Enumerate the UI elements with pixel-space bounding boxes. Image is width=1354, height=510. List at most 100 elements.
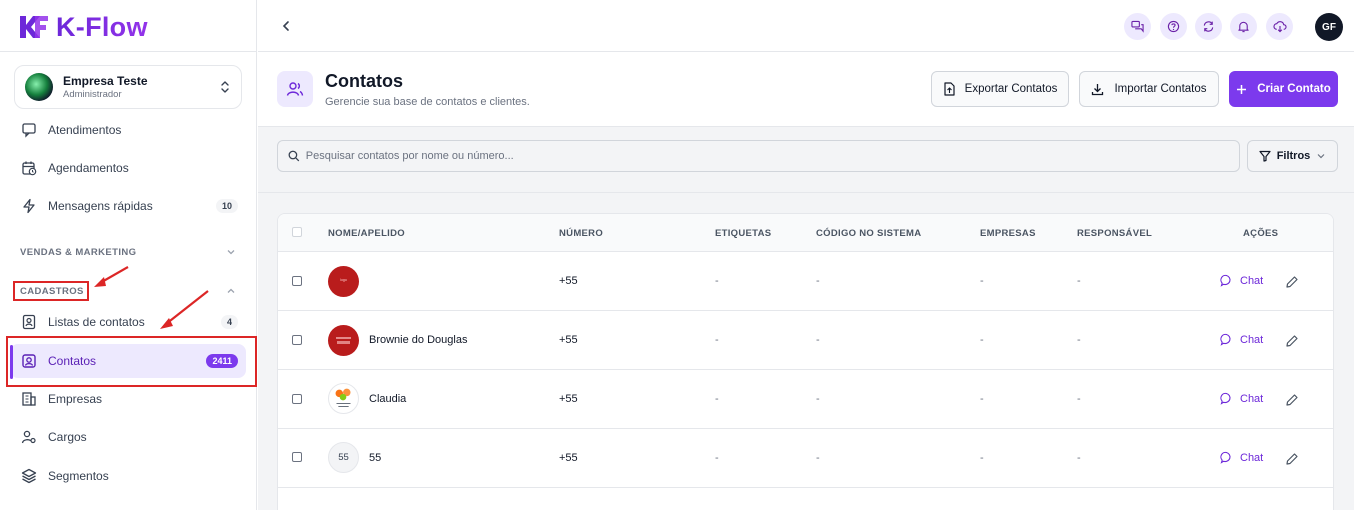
search-box[interactable] [277, 140, 1240, 172]
page-header: Contatos Gerencie sua base de contatos e… [258, 53, 1354, 127]
table-row[interactable]: logo +55 - - - - Chat [278, 252, 1333, 311]
column-header-owner[interactable]: RESPONSÁVEL [1077, 228, 1152, 239]
filters-label: Filtros [1276, 150, 1311, 162]
column-header-name[interactable]: NOME/APELIDO [328, 228, 405, 239]
back-button[interactable] [276, 16, 296, 36]
search-input[interactable] [305, 150, 1239, 162]
user-avatar[interactable]: GF [1315, 13, 1343, 41]
contact-owner: - [1077, 452, 1081, 464]
create-label: Criar Contato [1257, 83, 1331, 95]
main-content: GF Contatos Gerencie sua base de contato… [258, 0, 1354, 510]
row-checkbox[interactable] [292, 394, 302, 404]
sidebar-item-atendimentos[interactable]: Atendimentos [10, 113, 246, 147]
row-checkbox[interactable] [292, 335, 302, 345]
help-button[interactable] [1160, 13, 1187, 40]
edit-icon[interactable] [1285, 275, 1299, 289]
contact-avatar [328, 325, 359, 356]
sidebar-item-mensagens-rapidas[interactable]: Mensagens rápidas 10 [10, 189, 246, 223]
logo-divider [0, 51, 257, 52]
messages-button[interactable] [1124, 13, 1151, 40]
export-label: Exportar Contatos [964, 83, 1058, 95]
contact-system-code: - [816, 275, 820, 287]
chevron-down-icon [1317, 154, 1325, 159]
row-checkbox[interactable] [292, 276, 302, 286]
table-row[interactable]: 55 55 +55 - - - - Chat [278, 429, 1333, 488]
contact-system-code: - [816, 334, 820, 346]
refresh-button[interactable] [1195, 13, 1222, 40]
column-header-system-code[interactable]: CÓDIGO NO SISTEMA [816, 228, 921, 239]
section-title-vendas-marketing[interactable]: VENDAS & MARKETING [20, 247, 136, 258]
select-all-checkbox[interactable] [292, 227, 302, 237]
create-contact-button[interactable]: Criar Contato [1229, 71, 1338, 107]
contact-number: +55 [559, 334, 578, 346]
sidebar-item-label: Mensagens rápidas [48, 199, 153, 213]
contact-name: 55 [369, 452, 382, 464]
chevron-up-down-icon [221, 81, 229, 93]
contact-companies: - [980, 452, 984, 464]
contact-tags: - [715, 393, 719, 405]
chevron-up-icon[interactable] [225, 285, 237, 297]
sidebar-item-cargos[interactable]: Cargos [10, 420, 246, 454]
table-row[interactable]: Brownie do Douglas +55 - - - - Chat [278, 311, 1333, 370]
contact-owner: - [1077, 275, 1081, 287]
sidebar-item-agendamentos[interactable]: Agendamentos [10, 151, 246, 185]
table-area: NOME/APELIDO NÚMERO ETIQUETAS CÓDIGO NO … [258, 193, 1354, 510]
contact-companies: - [980, 275, 984, 287]
edit-icon[interactable] [1285, 452, 1299, 466]
export-contacts-button[interactable]: Exportar Contatos [931, 71, 1069, 107]
company-avatar [25, 73, 53, 101]
logo-text: K-Flow [56, 11, 148, 42]
notifications-button[interactable] [1230, 13, 1257, 40]
column-header-actions: AÇÕES [1243, 228, 1279, 239]
column-header-tags[interactable]: ETIQUETAS [715, 228, 771, 239]
sidebar-item-empresas[interactable]: Empresas [10, 382, 246, 416]
user-gear-icon [20, 428, 38, 446]
sidebar-item-label: Atendimentos [48, 123, 122, 137]
table-row[interactable]: Claudia +55 - - - - Chat [278, 370, 1333, 429]
company-switcher[interactable]: Empresa Teste Administrador [14, 65, 242, 109]
column-header-companies[interactable]: EMPRESAS [980, 228, 1036, 239]
filter-icon [1259, 150, 1271, 162]
filters-button[interactable]: Filtros [1247, 140, 1338, 172]
sidebar-item-label: Empresas [48, 392, 103, 406]
bell-icon [1238, 21, 1249, 33]
app-logo[interactable]: K-Flow [18, 12, 148, 42]
cloud-download-button[interactable] [1266, 13, 1293, 40]
contact-avatar [328, 383, 359, 414]
sidebar-item-listas-de-contatos[interactable]: Listas de contatos 4 [10, 305, 246, 339]
contact-tags: - [715, 334, 719, 346]
contact-companies: - [980, 334, 984, 346]
sidebar-item-segmentos[interactable]: Segmentos [10, 459, 246, 493]
chat-button[interactable]: Chat [1220, 392, 1263, 405]
contact-avatar: 55 [328, 442, 359, 473]
edit-icon[interactable] [1285, 393, 1299, 407]
chevron-down-icon[interactable] [225, 246, 237, 258]
svg-text:logo: logo [340, 278, 347, 282]
chat-button[interactable]: Chat [1220, 333, 1263, 346]
k-flow-logo-icon [20, 16, 48, 38]
chat-icon [20, 121, 38, 139]
download-icon [1092, 83, 1104, 95]
cloud-download-icon [1272, 21, 1287, 33]
contacts-table: NOME/APELIDO NÚMERO ETIQUETAS CÓDIGO NO … [277, 213, 1334, 510]
file-export-icon [944, 82, 955, 96]
calendar-clock-icon [20, 159, 38, 177]
contact-number: +55 [559, 275, 578, 287]
contact-number: +55 [559, 452, 578, 464]
search-icon [288, 150, 300, 162]
chat-bubble-icon [1220, 274, 1231, 287]
chat-button[interactable]: Chat [1220, 274, 1263, 287]
zap-icon [20, 197, 38, 215]
chat-button[interactable]: Chat [1220, 451, 1263, 464]
count-badge: 10 [215, 199, 238, 213]
contact-system-code: - [816, 452, 820, 464]
column-header-number[interactable]: NÚMERO [559, 228, 603, 239]
import-contacts-button[interactable]: Importar Contatos [1079, 71, 1219, 107]
sidebar-item-label: Cargos [48, 430, 87, 444]
chat-bubble-icon [1220, 333, 1231, 346]
edit-icon[interactable] [1285, 334, 1299, 348]
chevron-left-icon [282, 21, 289, 31]
row-checkbox[interactable] [292, 452, 302, 462]
chat-label: Chat [1240, 392, 1264, 405]
plus-icon [1237, 84, 1247, 94]
